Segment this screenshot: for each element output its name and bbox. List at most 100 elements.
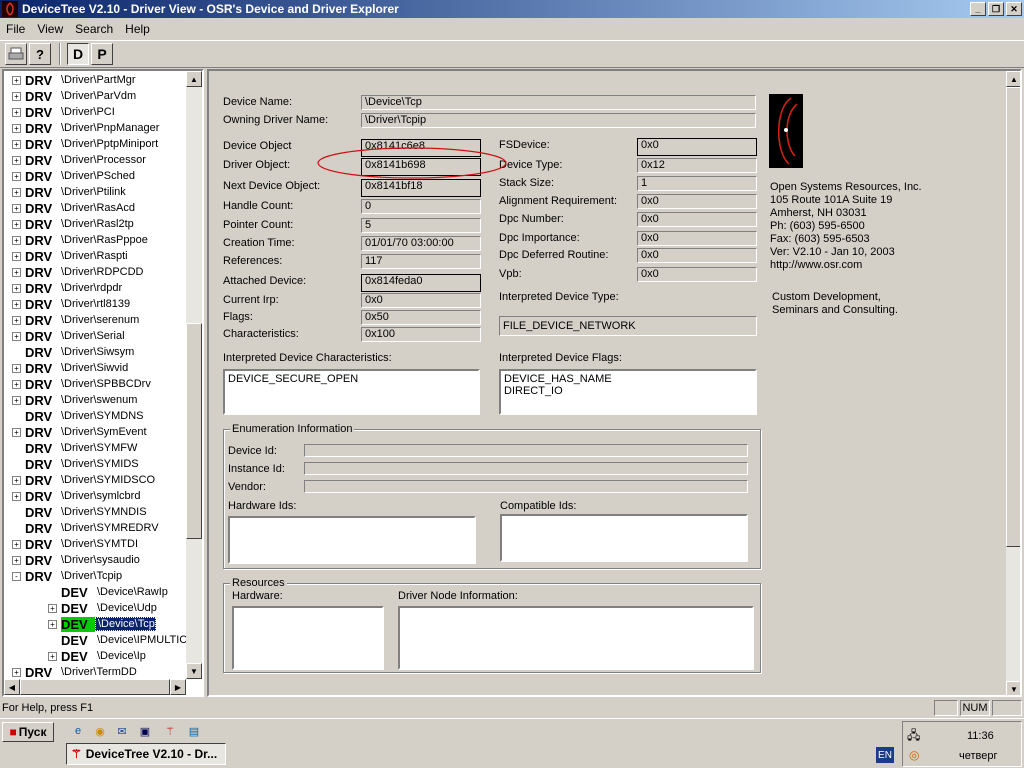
expand-icon[interactable]: + (12, 555, 21, 565)
close-button[interactable]: ✕ (1006, 2, 1022, 16)
field-value[interactable]: 0x0 (637, 212, 757, 227)
tree-row[interactable]: + DEV \Device\Ip (48, 648, 146, 664)
tree-label[interactable]: \Driver\swenum (59, 394, 137, 406)
tree-label[interactable]: \Driver\TermDD (59, 666, 137, 678)
field-value[interactable]: 0x0 (637, 231, 757, 246)
tree-row[interactable]: + DRV \Driver\sysaudio (12, 552, 140, 568)
print-icon[interactable] (5, 43, 27, 65)
tree-label[interactable]: \Device\RawIp (95, 586, 168, 598)
language-indicator[interactable]: EN (876, 747, 894, 763)
tree-horizontal-scrollbar[interactable]: ◀ ▶ (4, 679, 186, 695)
tree-row[interactable]: DEV \Device\RawIp (48, 584, 168, 600)
tree-label[interactable]: \Device\Udp (95, 602, 157, 614)
tree-label[interactable]: \Device\Tcp (95, 617, 156, 631)
instance-id-field[interactable] (304, 462, 748, 475)
scroll-down-icon[interactable]: ▼ (1006, 681, 1020, 695)
field-value[interactable]: 0x12 (637, 158, 757, 173)
media-player-icon[interactable]: ◉ (92, 723, 108, 739)
tree-label[interactable]: \Driver\Siwsym (59, 346, 134, 358)
field-value[interactable]: 1 (637, 176, 757, 191)
field-value[interactable]: 0x50 (361, 310, 481, 325)
driver-view-button[interactable]: D (67, 43, 89, 65)
interp-type-field[interactable]: FILE_DEVICE_NETWORK (499, 316, 757, 336)
device-name-field[interactable]: \Device\Tcp (361, 95, 756, 110)
start-button[interactable]: ■ Пуск (2, 722, 54, 742)
expand-icon[interactable]: + (12, 363, 21, 373)
expand-icon[interactable]: + (12, 315, 21, 325)
scroll-down-icon[interactable]: ▼ (186, 663, 202, 679)
tree-row[interactable]: + DRV \Driver\serenum (12, 312, 139, 328)
tree-row[interactable]: DRV \Driver\SYMFW (12, 440, 137, 456)
expand-icon[interactable]: + (12, 299, 21, 309)
field-value[interactable]: 117 (361, 254, 481, 269)
menu-search[interactable]: Search (69, 22, 119, 36)
devicetree-icon[interactable]: ⚚ (162, 723, 178, 739)
interp-flags-box[interactable]: DEVICE_HAS_NAME DIRECT_IO (499, 369, 757, 415)
tree-row[interactable]: + DRV \Driver\symlcbrd (12, 488, 140, 504)
expand-icon[interactable]: + (12, 139, 21, 149)
expand-icon[interactable]: + (12, 427, 21, 437)
osr-url[interactable]: http://www.osr.com (770, 259, 922, 272)
pnp-view-button[interactable]: P (91, 43, 113, 65)
tree-label[interactable]: \Device\IPMULTICAST (95, 634, 188, 646)
tree-row[interactable]: + DRV \Driver\RasPppoe (12, 232, 148, 248)
expand-icon[interactable]: + (12, 107, 21, 117)
scroll-right-icon[interactable]: ▶ (170, 679, 186, 695)
expand-icon[interactable]: + (48, 603, 57, 613)
minimize-button[interactable]: _ (970, 2, 986, 16)
tree-label[interactable]: \Driver\SYMTDI (59, 538, 138, 550)
hardware-box[interactable] (232, 606, 384, 670)
field-value[interactable]: 0x814feda0 (361, 274, 481, 292)
tree-row[interactable]: + DRV \Driver\swenum (12, 392, 137, 408)
tree-row[interactable]: + DRV \Driver\Ptilink (12, 184, 126, 200)
owning-driver-field[interactable]: \Driver\Tcpip (361, 113, 756, 128)
network-icon[interactable]: 🖧 (907, 726, 920, 747)
tree-row[interactable]: + DRV \Driver\PptpMiniport (12, 136, 158, 152)
tree-row[interactable]: DRV \Driver\Siwsym (12, 344, 134, 360)
hscroll-thumb[interactable] (20, 679, 170, 695)
expand-icon[interactable]: + (48, 651, 57, 661)
expand-icon[interactable]: + (12, 379, 21, 389)
tree-label[interactable]: \Driver\SYMFW (59, 442, 137, 454)
expand-icon[interactable]: + (12, 475, 21, 485)
expand-icon[interactable]: + (12, 203, 21, 213)
tree-label[interactable]: \Driver\ParVdm (59, 90, 136, 102)
field-value[interactable]: 0x0 (637, 194, 757, 209)
field-value[interactable]: 0x0 (361, 293, 481, 308)
tree-row[interactable]: + DEV \Device\Udp (48, 600, 157, 616)
tree-label[interactable]: \Driver\Processor (59, 154, 146, 166)
tree-row[interactable]: + DRV \Driver\SymEvent (12, 424, 147, 440)
tree-label[interactable]: \Driver\Ptilink (59, 186, 126, 198)
vendor-field[interactable] (304, 480, 748, 493)
restore-button[interactable]: ❐ (988, 2, 1004, 16)
tree-row[interactable]: + DRV \Driver\PartMgr (12, 72, 136, 88)
tree-row[interactable]: + DRV \Driver\rdpdr (12, 280, 122, 296)
tree-label[interactable]: \Driver\SYMDNS (59, 410, 144, 422)
detail-vertical-scrollbar[interactable]: ▲ ▼ (1006, 71, 1020, 695)
tree-label[interactable]: \Driver\Raspti (59, 250, 128, 262)
clock-time[interactable]: 11:36 (967, 730, 994, 742)
collapse-icon[interactable]: - (12, 571, 21, 581)
compatible-ids-box[interactable] (500, 514, 748, 562)
tree-row[interactable]: + DRV \Driver\Processor (12, 152, 146, 168)
scroll-left-icon[interactable]: ◀ (4, 679, 20, 695)
expand-icon[interactable]: + (12, 539, 21, 549)
tree-label[interactable]: \Driver\RDPCDD (59, 266, 144, 278)
tree-row[interactable]: + DEV \Device\Tcp (48, 616, 156, 632)
tree-row[interactable]: + DRV \Driver\TermDD (12, 664, 137, 680)
app-icon[interactable]: ▤ (186, 723, 202, 739)
tree-label[interactable]: \Driver\Tcpip (59, 570, 122, 582)
field-value[interactable]: 0x8141bf18 (361, 179, 481, 197)
tree-label[interactable]: \Driver\SYMREDRV (59, 522, 159, 534)
menu-file[interactable]: File (0, 22, 31, 36)
scroll-thumb[interactable] (1006, 87, 1020, 547)
tree-row[interactable]: + DRV \Driver\SYMIDSCO (12, 472, 155, 488)
expand-icon[interactable]: + (12, 667, 21, 677)
expand-icon[interactable]: + (12, 235, 21, 245)
expand-icon[interactable]: + (12, 75, 21, 85)
scroll-thumb[interactable] (186, 323, 202, 539)
tree-vertical-scrollbar[interactable]: ▲ ▼ (186, 71, 202, 679)
app-icon[interactable] (2, 1, 18, 17)
field-value[interactable]: 0x0 (637, 267, 757, 282)
expand-icon[interactable]: + (12, 267, 21, 277)
